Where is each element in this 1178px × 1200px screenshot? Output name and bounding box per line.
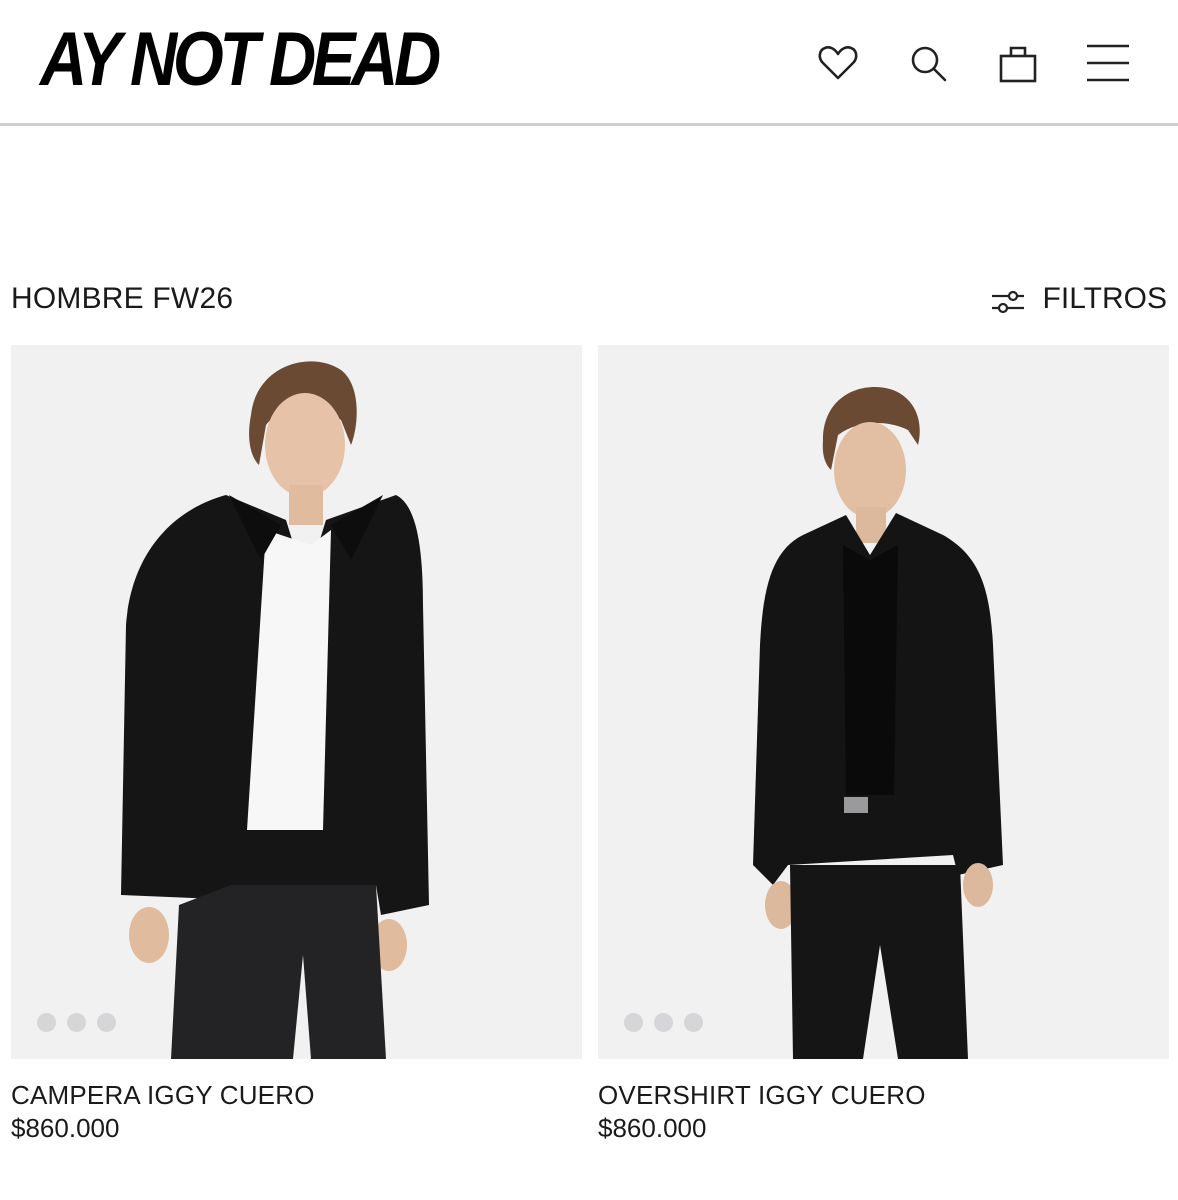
- product-price: $860.000: [11, 1113, 120, 1143]
- product-name[interactable]: OVERSHIRT IGGY CUERO: [598, 1080, 1169, 1110]
- shopping-bag-icon[interactable]: [993, 38, 1043, 88]
- carousel-dot[interactable]: [654, 1013, 673, 1032]
- heart-icon[interactable]: [813, 38, 863, 88]
- brand-logo[interactable]: AY NOT DEAD: [40, 18, 441, 102]
- image-carousel-dots: [624, 1013, 703, 1032]
- category-title: HOMBRE FW26: [11, 282, 234, 315]
- product-card[interactable]: OVERSHIRT IGGY CUERO $860.000: [598, 345, 1169, 1143]
- model-photo: [753, 387, 1003, 1059]
- product-image[interactable]: [598, 345, 1169, 1059]
- menu-icon[interactable]: [1083, 38, 1133, 88]
- carousel-dot[interactable]: [97, 1013, 116, 1032]
- product-card[interactable]: CAMPERA IGGY CUERO $860.000: [11, 345, 582, 1143]
- filters-label: FILTROS: [1042, 282, 1167, 315]
- carousel-dot[interactable]: [624, 1013, 643, 1032]
- product-name[interactable]: CAMPERA IGGY CUERO: [11, 1080, 582, 1110]
- model-photo: [121, 361, 429, 1059]
- site-header: AY NOT DEAD: [0, 0, 1178, 126]
- image-carousel-dots: [37, 1013, 116, 1032]
- product-image[interactable]: [11, 345, 582, 1059]
- filter-sliders-icon: [991, 290, 1024, 314]
- filters-button[interactable]: FILTROS: [991, 282, 1167, 316]
- product-price: $860.000: [598, 1113, 707, 1143]
- search-icon[interactable]: [903, 38, 953, 88]
- carousel-dot[interactable]: [684, 1013, 703, 1032]
- carousel-dot[interactable]: [67, 1013, 86, 1032]
- carousel-dot[interactable]: [37, 1013, 56, 1032]
